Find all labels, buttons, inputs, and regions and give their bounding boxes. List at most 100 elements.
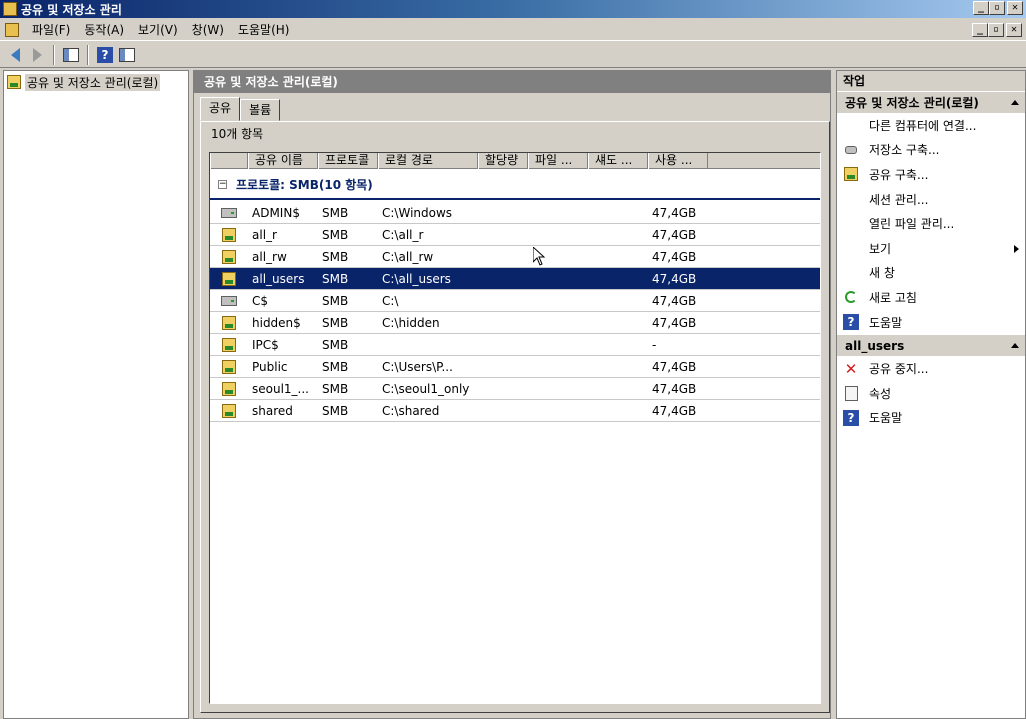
tree-item-root[interactable]: 공유 및 저장소 관리(로컬) <box>7 73 161 91</box>
help-icon: ? <box>843 314 859 331</box>
console-tree: 공유 및 저장소 관리(로컬) <box>3 70 189 719</box>
table-row[interactable]: hidden$ SMB C:\hidden 47,4GB <box>210 312 820 334</box>
row-icon-cell <box>210 403 248 418</box>
cell-local-path: C:\shared <box>382 403 440 418</box>
column-file-screening[interactable]: 파일 ... <box>528 153 588 169</box>
column-used[interactable]: 사용 ... <box>648 153 708 169</box>
forward-button[interactable] <box>26 44 48 66</box>
table-row[interactable]: ADMIN$ SMB C:\Windows 47,4GB <box>210 202 820 224</box>
minimize-button[interactable]: _ <box>973 1 989 15</box>
row-icon-cell <box>210 249 248 264</box>
action-item-label: 새로 고침 <box>869 290 917 305</box>
table-row[interactable]: shared SMB C:\shared 47,4GB <box>210 400 820 422</box>
action-item-label: 저장소 구축... <box>869 143 940 158</box>
shares-list[interactable]: 공유 이름 프로토콜 로컬 경로 할당량 파일 ... 섀도 ... 사용 ..… <box>209 152 821 704</box>
cell-local-path: C:\ <box>382 293 399 308</box>
column-local-path[interactable]: 로컬 경로 <box>378 153 478 169</box>
back-arrow-icon <box>10 47 20 62</box>
collapse-icon[interactable]: − <box>218 179 227 189</box>
back-button[interactable] <box>4 44 26 66</box>
mdi-minimize-button[interactable]: _ <box>972 23 988 37</box>
cell-protocol: SMB <box>322 337 349 352</box>
selection-action-item[interactable]: ✕ 공유 중지... <box>837 356 1025 381</box>
cell-share-name: ADMIN$ <box>252 205 300 220</box>
restore-button[interactable]: ▫ <box>989 1 1005 15</box>
action-item-label: 도움말 <box>869 315 903 330</box>
help-button[interactable]: ? <box>94 44 116 66</box>
column-quota[interactable]: 할당량 <box>478 153 528 169</box>
menu-window[interactable]: 창(W) <box>185 20 231 40</box>
tree-item-label: 공유 및 저장소 관리(로컬) <box>25 73 161 91</box>
selection-action-item-label: 공유 중지... <box>869 362 929 377</box>
table-row[interactable]: all_rw SMB C:\all_rw 47,4GB <box>210 246 820 268</box>
actions-title: 작업 <box>837 71 1025 91</box>
cell-share-name: all_users <box>252 271 305 286</box>
menu-view[interactable]: 보기(V) <box>131 20 185 40</box>
group-header[interactable]: − 프로토콜: SMB(10 항목) <box>210 170 820 200</box>
action-item[interactable]: 저장소 구축... <box>837 138 1025 163</box>
window-controls: _ ▫ ✕ <box>973 1 1023 15</box>
cell-protocol: SMB <box>322 227 349 242</box>
share-storage-icon <box>7 75 21 89</box>
window-title: 공유 및 저장소 관리 <box>21 2 122 17</box>
group-label: 프로토콜: SMB(10 항목) <box>236 177 373 192</box>
action-item[interactable]: 공유 구축... <box>837 162 1025 187</box>
cell-protocol: SMB <box>322 271 349 286</box>
column-icon[interactable] <box>210 153 248 169</box>
cell-protocol: SMB <box>322 205 349 220</box>
table-row[interactable]: IPC$ SMB - <box>210 334 820 356</box>
cell-share-name: Public <box>252 359 288 374</box>
tab-shares[interactable]: 공유 <box>200 97 241 121</box>
column-share-name[interactable]: 공유 이름 <box>248 153 318 169</box>
column-shadow-copy[interactable]: 섀도 ... <box>588 153 648 169</box>
menu-bar: 파일(F) 동작(A) 보기(V) 창(W) 도움말(H) _ ▫ ✕ <box>0 19 1026 41</box>
cell-share-name: shared <box>252 403 293 418</box>
show-hide-console-tree-button[interactable] <box>60 44 82 66</box>
table-row[interactable]: all_r SMB C:\all_r 47,4GB <box>210 224 820 246</box>
action-item[interactable]: 열린 파일 관리... <box>837 211 1025 236</box>
submenu-arrow-icon <box>1014 244 1019 253</box>
selection-actions-list: ✕ 공유 중지... 속성? 도움말 <box>837 356 1025 430</box>
actions-list: 다른 컴퓨터에 연결... 저장소 구축... 공유 구축... 세션 관리... 열린… <box>837 113 1025 334</box>
cell-protocol: SMB <box>322 315 349 330</box>
action-item[interactable]: 보기 <box>837 236 1025 261</box>
mouse-cursor-icon <box>533 247 545 266</box>
cell-local-path: C:\Users\P... <box>382 359 453 374</box>
table-row[interactable]: all_users SMB C:\all_users 47,4GB <box>210 268 820 290</box>
share-icon <box>222 359 236 374</box>
action-item[interactable]: ? 도움말 <box>837 310 1025 335</box>
menu-help[interactable]: 도움말(H) <box>231 20 297 40</box>
close-button[interactable]: ✕ <box>1007 1 1023 15</box>
menu-file[interactable]: 파일(F) <box>25 20 77 40</box>
action-item[interactable]: 새로 고침 <box>837 285 1025 310</box>
share-icon <box>843 166 859 182</box>
share-icon <box>222 403 236 418</box>
cell-protocol: SMB <box>322 359 349 374</box>
action-item[interactable]: 새 창 <box>837 261 1025 286</box>
cell-protocol: SMB <box>322 403 349 418</box>
document-icon[interactable] <box>5 22 19 37</box>
refresh-icon <box>843 289 859 305</box>
toolbar-separator <box>53 44 55 65</box>
tab-volumes[interactable]: 볼륨 <box>240 99 281 121</box>
help-icon: ? <box>97 46 113 63</box>
table-row[interactable]: C$ SMB C:\ 47,4GB <box>210 290 820 312</box>
mdi-restore-button[interactable]: ▫ <box>988 23 1004 37</box>
selection-action-item[interactable]: ? 도움말 <box>837 406 1025 431</box>
show-hide-action-pane-button[interactable] <box>116 44 138 66</box>
table-row[interactable]: Public SMB C:\Users\P... 47,4GB <box>210 356 820 378</box>
selection-action-item[interactable]: 속성 <box>837 381 1025 406</box>
selection-actions-header[interactable]: all_users <box>837 334 1025 357</box>
menu-action[interactable]: 동작(A) <box>77 20 131 40</box>
mdi-close-button[interactable]: ✕ <box>1006 23 1022 37</box>
collapse-caret-icon[interactable] <box>1011 100 1019 105</box>
cell-used: 47,4GB <box>652 315 697 330</box>
column-protocol[interactable]: 프로토콜 <box>318 153 378 169</box>
actions-section-header[interactable]: 공유 및 저장소 관리(로컬) <box>837 91 1025 113</box>
cell-protocol: SMB <box>322 293 349 308</box>
action-item[interactable]: 다른 컴퓨터에 연결... <box>837 113 1025 138</box>
blank-icon <box>843 117 859 133</box>
action-item[interactable]: 세션 관리... <box>837 187 1025 212</box>
table-row[interactable]: seoul1_... SMB C:\seoul1_only 47,4GB <box>210 378 820 400</box>
collapse-caret-icon[interactable] <box>1011 343 1019 349</box>
